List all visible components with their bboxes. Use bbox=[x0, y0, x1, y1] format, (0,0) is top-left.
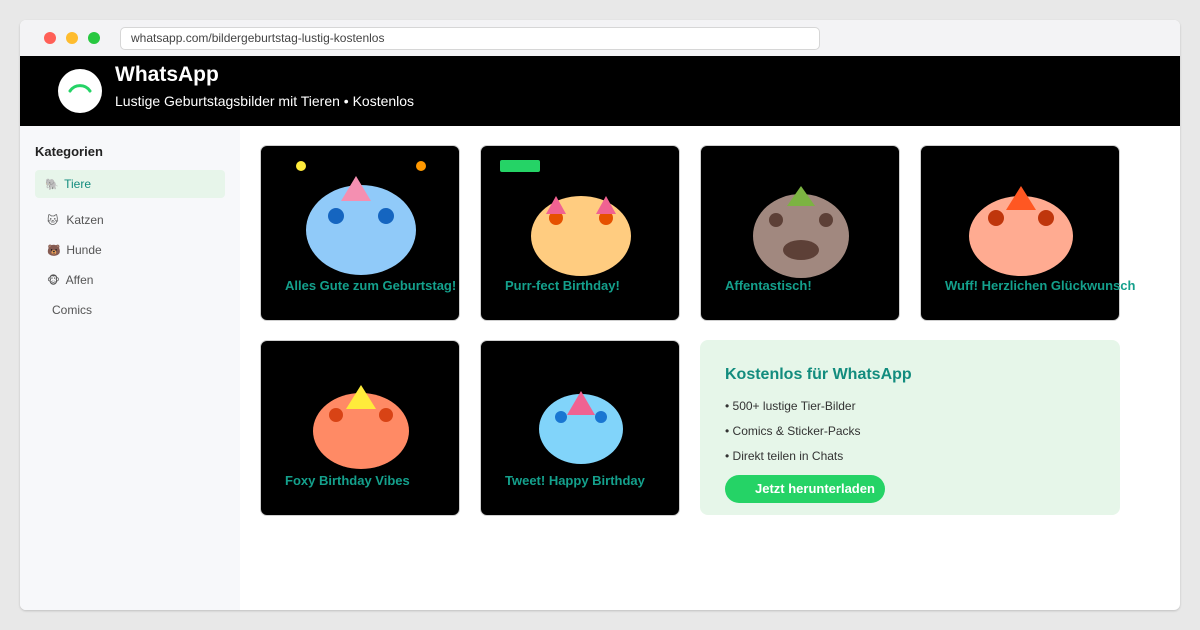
card-caption: Purr-fect Birthday! bbox=[505, 278, 620, 293]
animal-illustration bbox=[753, 186, 849, 278]
promo-box: Kostenlos für WhatsApp • 500+ lustige Ti… bbox=[700, 340, 1120, 515]
birthday-image-card[interactable]: Wuff! Herzlichen Glückwunsch bbox=[920, 145, 1135, 321]
close-window-button[interactable] bbox=[44, 32, 56, 44]
card-caption: Wuff! Herzlichen Glückwunsch bbox=[945, 278, 1136, 293]
maximize-window-button[interactable] bbox=[88, 32, 100, 44]
birthday-image-card[interactable]: Alles Gute zum Geburtstag! bbox=[260, 145, 460, 321]
sidebar-item-hunde[interactable]: 🐻 Hunde bbox=[35, 236, 225, 264]
browser-window: whatsapp.com/bildergeburtstag-lustig-kos… bbox=[20, 20, 1180, 610]
sidebar-item-label: Hunde bbox=[66, 243, 102, 257]
birthday-image-card[interactable]: Affentastisch! bbox=[700, 145, 900, 321]
dog-icon: 🐻 bbox=[47, 245, 61, 257]
sidebar-heading: Kategorien bbox=[35, 144, 103, 159]
sidebar-item-tiere[interactable]: 🐘 Tiere bbox=[35, 170, 225, 198]
sidebar-item-label: Tiere bbox=[64, 177, 92, 191]
whatsapp-logo-icon[interactable] bbox=[58, 69, 102, 113]
promo-title: Kostenlos für WhatsApp bbox=[725, 366, 912, 383]
app-subtitle: Lustige Geburtstagsbilder mit Tieren • K… bbox=[115, 93, 415, 109]
animal-icon: 🐘 bbox=[45, 179, 59, 191]
sidebar-item-katzen[interactable]: 🐱 Katzen bbox=[35, 206, 225, 234]
minimize-window-button[interactable] bbox=[66, 32, 78, 44]
birthday-image-card[interactable]: Purr-fect Birthday! bbox=[480, 145, 680, 321]
site-header: WhatsApp Lustige Geburtstagsbilder mit T… bbox=[20, 56, 1180, 126]
cat-icon: 🐱 bbox=[47, 215, 59, 227]
card-caption: Affentastisch! bbox=[725, 278, 812, 293]
card-caption: Tweet! Happy Birthday bbox=[505, 473, 645, 488]
animal-illustration bbox=[539, 391, 623, 464]
birthday-image-card[interactable]: Foxy Birthday Vibes bbox=[260, 340, 460, 516]
sidebar-item-label: Comics bbox=[52, 303, 93, 317]
app-title: WhatsApp bbox=[115, 63, 219, 86]
browser-chrome: whatsapp.com/bildergeburtstag-lustig-kos… bbox=[20, 20, 1180, 56]
sidebar-item-label: Affen bbox=[65, 273, 94, 287]
address-bar[interactable]: whatsapp.com/bildergeburtstag-lustig-kos… bbox=[120, 27, 820, 50]
animal-illustration bbox=[500, 160, 631, 276]
download-button[interactable]: Jetzt herunterladen bbox=[725, 475, 885, 503]
sidebar-item-affen[interactable]: 🐵 Affen bbox=[35, 266, 225, 294]
monkey-icon: 🐵 bbox=[47, 275, 60, 287]
card-caption: Alles Gute zum Geburtstag! bbox=[285, 278, 457, 293]
category-sidebar: Kategorien 🐘 Tiere 🐱 Katzen 🐻 Hunde 🐵 Af… bbox=[20, 126, 240, 610]
animal-illustration bbox=[313, 385, 409, 469]
card-caption: Foxy Birthday Vibes bbox=[285, 473, 410, 488]
birthday-image-card[interactable]: Tweet! Happy Birthday bbox=[480, 340, 680, 516]
promo-feature: • Comics & Sticker-Packs bbox=[725, 424, 861, 438]
promo-feature: • 500+ lustige Tier-Bilder bbox=[725, 399, 856, 413]
promo-feature: • Direkt teilen in Chats bbox=[725, 449, 844, 463]
sidebar-item-comics[interactable]: Comics bbox=[35, 296, 225, 324]
animal-illustration bbox=[296, 161, 426, 275]
animal-illustration bbox=[969, 186, 1073, 276]
sidebar-item-label: Katzen bbox=[66, 213, 104, 227]
